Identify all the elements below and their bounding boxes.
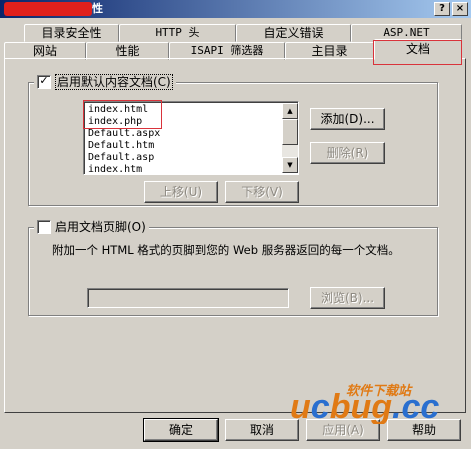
default-content-legend: ✓ 启用默认内容文档(C) [34,74,176,90]
annotation-box-list [83,100,162,129]
tab-custom-errors[interactable]: 自定义错误 [236,24,351,42]
move-down-button[interactable]: 下移(V) [225,181,299,203]
help-icon[interactable]: ? [434,2,450,16]
add-button[interactable]: 添加(D)... [310,108,385,130]
close-icon[interactable]: × [452,2,468,16]
footer-legend: 启用文档页脚(O) [34,219,149,235]
tab-directory-security[interactable]: 目录安全性 [24,24,119,42]
default-content-label: 启用默认内容文档(C) [55,74,173,90]
footer-checkbox[interactable] [37,220,51,234]
footer-label: 启用文档页脚(O) [55,220,146,234]
svg-text:ucbug.cc: ucbug.cc [290,388,439,424]
scroll-up-icon[interactable]: ▲ [282,103,298,119]
default-content-checkbox[interactable]: ✓ [37,75,51,89]
scroll-thumb[interactable] [282,119,298,145]
browse-button[interactable]: 浏览(B)... [310,287,385,309]
redaction-scribble [4,2,92,16]
list-item[interactable]: index.htm [88,164,142,174]
listbox-scrollbar[interactable]: ▲ ▼ [282,103,298,173]
window-title: 性 [92,2,103,15]
list-item[interactable]: Default.asp [88,152,154,164]
list-item[interactable]: Default.htm [88,140,154,152]
scroll-down-icon[interactable]: ▼ [282,157,298,173]
ok-button[interactable]: 确定 [143,418,219,442]
footer-description: 附加一个 HTML 格式的页脚到您的 Web 服务器返回的每一个文档。 [52,243,400,257]
watermark-logo: ucbug.cc [290,388,439,424]
footer-path-field[interactable] [87,288,289,308]
move-up-button[interactable]: 上移(U) [144,181,218,203]
remove-button[interactable]: 删除(R) [310,142,385,164]
list-item[interactable]: Default.aspx [88,128,160,140]
tab-http-headers[interactable]: HTTP 头 [119,24,236,42]
annotation-box-tab [373,40,462,65]
